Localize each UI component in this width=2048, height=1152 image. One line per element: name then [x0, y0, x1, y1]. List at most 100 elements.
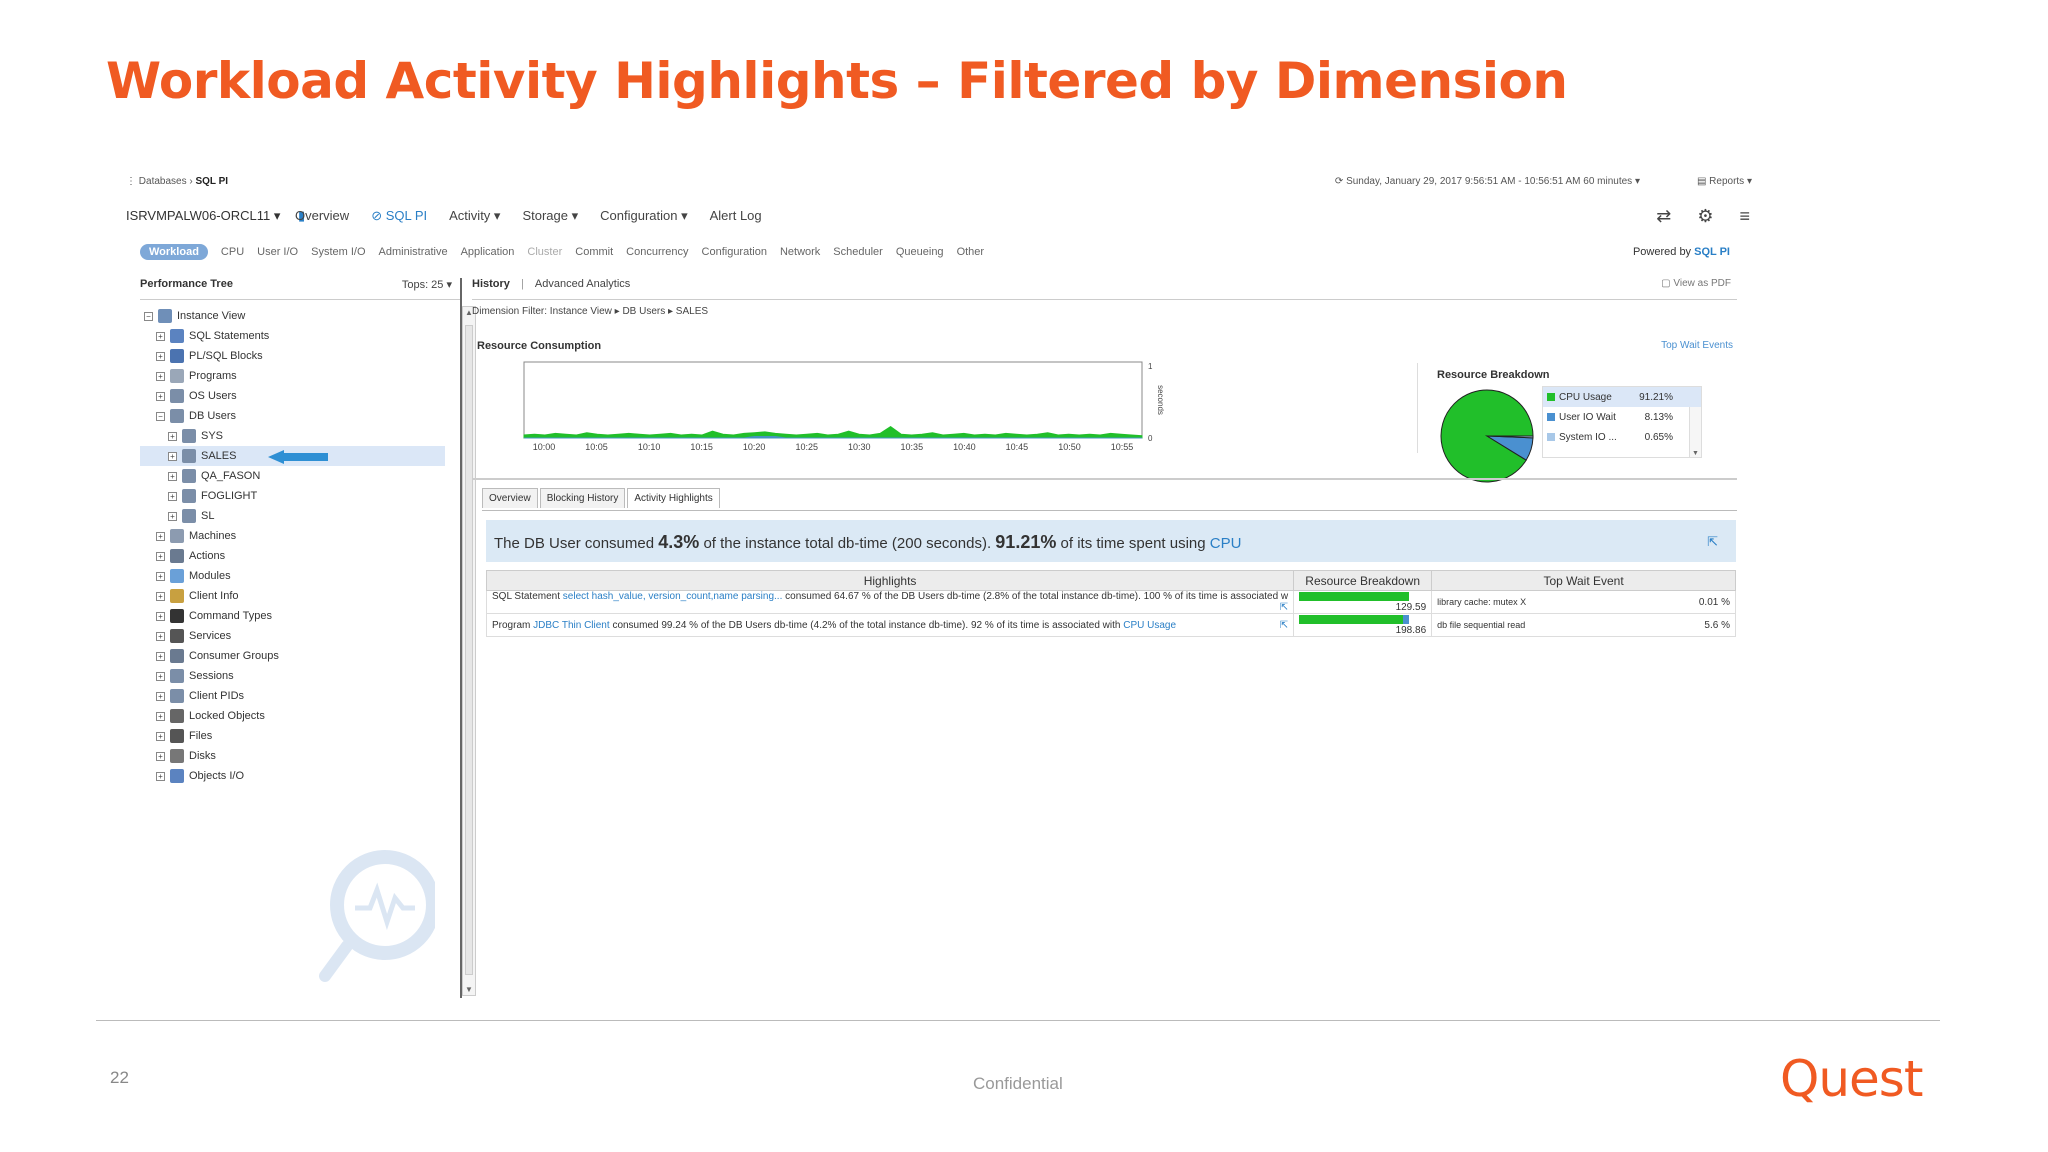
x-tick-label: 10:45 [1006, 442, 1029, 452]
expand-icon[interactable]: + [168, 451, 177, 461]
tab-scheduler[interactable]: Scheduler [833, 246, 883, 258]
tops-selector[interactable]: Tops: 25 ▾ [402, 278, 452, 291]
tree-item-disks[interactable]: + Disks [140, 746, 445, 766]
expand-icon[interactable]: + [156, 371, 165, 381]
tree-item-command-types[interactable]: + Command Types [140, 606, 445, 626]
tab-concurrency[interactable]: Concurrency [626, 246, 688, 258]
tree-item-sl[interactable]: + SL [140, 506, 445, 526]
scroll-down-icon[interactable]: ▼ [1690, 450, 1701, 457]
nav-sql-pi[interactable]: ⊘ SQL PI [371, 208, 427, 224]
tree-node-icon [170, 369, 184, 383]
tree-item-foglight[interactable]: + FOGLIGHT [140, 486, 445, 506]
expand-icon[interactable]: + [156, 591, 165, 601]
performance-tree: − Instance View + SQL Statements + PL/SQL Blo… [140, 306, 445, 786]
highlight-link[interactable]: JDBC Thin Client [533, 620, 610, 631]
tree-item-actions[interactable]: + Actions [140, 546, 445, 566]
tab-history[interactable]: History [472, 278, 510, 290]
host-selector[interactable]: ISRVMPALW06-ORCL11 ▾ ▮ [126, 208, 305, 224]
nav-alert-log[interactable]: Alert Log [710, 208, 762, 224]
expand-icon[interactable]: + [156, 551, 165, 561]
expand-icon[interactable]: + [168, 491, 177, 501]
tree-item-locked-objects[interactable]: + Locked Objects [140, 706, 445, 726]
expand-icon[interactable]: + [156, 691, 165, 701]
tree-item-programs[interactable]: + Programs [140, 366, 445, 386]
top-wait-events-link[interactable]: Top Wait Events [1661, 340, 1733, 351]
expand-icon[interactable]: + [156, 351, 165, 361]
expand-icon[interactable]: + [156, 751, 165, 761]
tree-item-sys[interactable]: + SYS [140, 426, 445, 446]
tree-item-sales[interactable]: + SALES [140, 446, 445, 466]
tree-item-db-users[interactable]: − DB Users [140, 406, 445, 426]
gear-icon[interactable]: ⚙ [1697, 206, 1713, 227]
external-link-icon[interactable]: ⇱ [1707, 534, 1718, 550]
tree-item-instance-view[interactable]: − Instance View [140, 306, 445, 326]
expand-icon[interactable]: + [156, 531, 165, 541]
tree-item-qa-fason[interactable]: + QA_FASON [140, 466, 445, 486]
tab-workload[interactable]: Workload [140, 244, 208, 260]
highlight-link[interactable]: select hash_value, version_count,name pa… [563, 591, 783, 602]
menu-icon[interactable]: ≡ [1739, 206, 1750, 227]
tree-item-pl-sql-blocks[interactable]: + PL/SQL Blocks [140, 346, 445, 366]
tab-configuration[interactable]: Configuration [702, 246, 767, 258]
tree-item-services[interactable]: + Services [140, 626, 445, 646]
tab-cluster[interactable]: Cluster [527, 246, 562, 258]
highlight-link-2[interactable]: CPU Usage [1123, 620, 1176, 631]
nav-storage[interactable]: Storage ▾ [522, 208, 578, 224]
expand-icon[interactable]: + [168, 511, 177, 521]
tab-blocking-history[interactable]: Blocking History [539, 488, 626, 508]
expand-icon[interactable]: + [156, 711, 165, 721]
legend-item[interactable]: System IO ... 0.65% [1543, 427, 1701, 447]
legend-item[interactable]: CPU Usage 91.21% [1543, 387, 1701, 407]
expand-icon[interactable]: + [156, 611, 165, 621]
tree-item-sessions[interactable]: + Sessions [140, 666, 445, 686]
tab-overview[interactable]: Overview [482, 488, 538, 508]
expand-icon[interactable]: + [156, 771, 165, 781]
expand-icon[interactable]: + [156, 671, 165, 681]
nav-configuration[interactable]: Configuration ▾ [600, 208, 687, 224]
legend-item[interactable]: User IO Wait 8.13% [1543, 407, 1701, 427]
collapse-icon[interactable]: − [144, 311, 153, 321]
expand-icon[interactable]: + [156, 571, 165, 581]
tab-other[interactable]: Other [957, 246, 985, 258]
tab-commit[interactable]: Commit [575, 246, 613, 258]
summary-cpu-link[interactable]: CPU [1210, 535, 1242, 552]
x-tick-label: 10:15 [690, 442, 713, 452]
tab-system-io[interactable]: System I/O [311, 246, 365, 258]
tree-item-consumer-groups[interactable]: + Consumer Groups [140, 646, 445, 666]
tree-item-sql-statements[interactable]: + SQL Statements [140, 326, 445, 346]
expand-icon[interactable]: + [156, 631, 165, 641]
tab-administrative[interactable]: Administrative [379, 246, 448, 258]
tree-item-os-users[interactable]: + OS Users [140, 386, 445, 406]
expand-icon[interactable]: + [168, 431, 177, 441]
expand-icon[interactable]: + [156, 731, 165, 741]
tree-item-files[interactable]: + Files [140, 726, 445, 746]
external-link-icon[interactable]: ⇱ [1280, 602, 1288, 613]
tree-item-machines[interactable]: + Machines [140, 526, 445, 546]
nav-activity[interactable]: Activity ▾ [449, 208, 500, 224]
panel-divider[interactable] [460, 278, 462, 998]
expand-icon[interactable]: + [156, 331, 165, 341]
main-nav: ISRVMPALW06-ORCL11 ▾ ▮ Overview ⊘ SQL PI… [120, 204, 1760, 230]
tree-item-objects-i-o[interactable]: + Objects I/O [140, 766, 445, 786]
tab-queueing[interactable]: Queueing [896, 246, 944, 258]
external-link-icon[interactable]: ⇱ [1280, 620, 1288, 631]
view-as-pdf-button[interactable]: ▢ View as PDF [1661, 278, 1731, 289]
refresh-icon[interactable]: ⇄ [1656, 206, 1671, 227]
collapse-icon[interactable]: − [156, 411, 165, 421]
tab-application[interactable]: Application [461, 246, 515, 258]
time-range-selector[interactable]: ⟳ Sunday, January 29, 2017 9:56:51 AM - … [1335, 176, 1640, 187]
tree-item-client-info[interactable]: + Client Info [140, 586, 445, 606]
reports-button[interactable]: ▤ Reports ▾ [1697, 176, 1752, 187]
expand-icon[interactable]: + [168, 471, 177, 481]
tab-activity-highlights[interactable]: Activity Highlights [627, 488, 720, 508]
nav-overview[interactable]: Overview [295, 208, 349, 224]
tab-advanced-analytics[interactable]: Advanced Analytics [535, 278, 630, 290]
expand-icon[interactable]: + [156, 391, 165, 401]
tab-user-io[interactable]: User I/O [257, 246, 298, 258]
tree-item-modules[interactable]: + Modules [140, 566, 445, 586]
tab-cpu[interactable]: CPU [221, 246, 244, 258]
expand-icon[interactable]: + [156, 651, 165, 661]
tree-item-client-pids[interactable]: + Client PIDs [140, 686, 445, 706]
tab-network[interactable]: Network [780, 246, 820, 258]
breadcrumb-databases[interactable]: Databases [139, 176, 187, 187]
